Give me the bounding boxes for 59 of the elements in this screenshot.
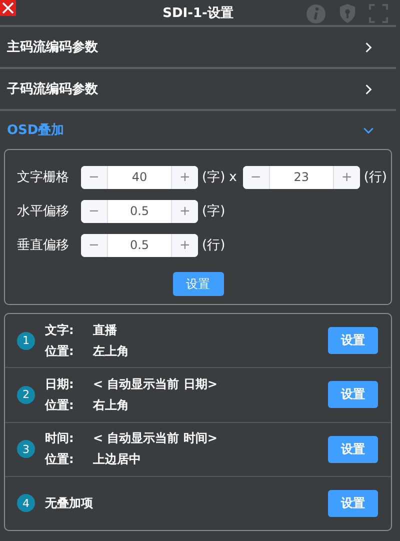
section-header[interactable]: OSD叠加: [0, 111, 396, 149]
decrement-button[interactable]: −: [81, 234, 108, 256]
item-key: 位置:: [45, 451, 93, 468]
unit-label: (行): [202, 237, 226, 254]
decrement-button[interactable]: −: [81, 166, 108, 188]
item-value: 右上角: [93, 396, 129, 414]
separator-text: x: [229, 170, 237, 184]
item-value: < 自动显示当前 时间>: [93, 430, 218, 448]
item-key: 无叠加项: [45, 494, 93, 512]
number-value: 0.5: [128, 202, 150, 220]
number-value: 0.5: [128, 236, 150, 254]
number-value: 23: [292, 168, 310, 186]
chevron-right-icon: [363, 84, 374, 94]
shield-icon[interactable]: [338, 3, 357, 24]
set-button[interactable]: 设置: [172, 272, 224, 296]
decrement-button[interactable]: −: [81, 200, 108, 222]
set-button[interactable]: 设置: [328, 327, 378, 354]
unit-label: (行): [364, 169, 388, 186]
section-header[interactable]: 主码流编码参数: [0, 27, 396, 69]
field-label: 水平偏移: [17, 203, 70, 220]
item-key: 时间:: [45, 430, 93, 448]
close-icon[interactable]: [0, 0, 16, 16]
item-value: 左上角: [93, 342, 129, 360]
section-label: OSD叠加: [7, 122, 64, 139]
index-badge: 4: [17, 494, 35, 512]
decrement-button[interactable]: −: [242, 166, 270, 188]
field-label: 文字栅格: [17, 169, 70, 186]
item-key: 日期:: [45, 376, 93, 393]
unit-label: (字): [202, 203, 226, 220]
chevron-right-icon: [363, 42, 374, 52]
increment-button[interactable]: +: [332, 166, 360, 188]
section-header[interactable]: 子码流编码参数: [0, 69, 396, 111]
set-button[interactable]: 设置: [328, 381, 378, 408]
index-badge: 1: [17, 332, 35, 350]
field-label: 垂直偏移: [17, 237, 70, 254]
item-value: 上边居中: [93, 451, 141, 468]
number-value: 40: [130, 168, 148, 186]
increment-button[interactable]: +: [171, 166, 198, 188]
section-label: 主码流编码参数: [7, 38, 98, 56]
set-button[interactable]: 设置: [328, 490, 378, 517]
increment-button[interactable]: +: [171, 234, 198, 256]
section-label: 子码流编码参数: [7, 80, 98, 98]
number-stepper[interactable]: − 0.5 +: [81, 234, 198, 256]
fullscreen-icon[interactable]: [369, 4, 388, 23]
item-key: 位置:: [45, 342, 93, 360]
index-badge: 2: [17, 386, 35, 404]
set-button[interactable]: 设置: [328, 436, 378, 463]
index-badge: 3: [17, 440, 35, 458]
item-value: < 自动显示当前 日期>: [93, 376, 218, 393]
info-icon[interactable]: [306, 4, 326, 24]
number-stepper[interactable]: − 40 +: [81, 166, 198, 188]
increment-button[interactable]: +: [171, 200, 198, 222]
unit-label: (字): [202, 169, 226, 186]
window-title: SDI-1-设置: [162, 4, 234, 22]
number-stepper[interactable]: − 0.5 +: [81, 200, 198, 222]
item-value: 直播: [93, 322, 117, 339]
number-stepper[interactable]: − 23 +: [242, 166, 360, 188]
item-key: 位置:: [45, 396, 93, 414]
item-key: 文字:: [45, 322, 93, 339]
